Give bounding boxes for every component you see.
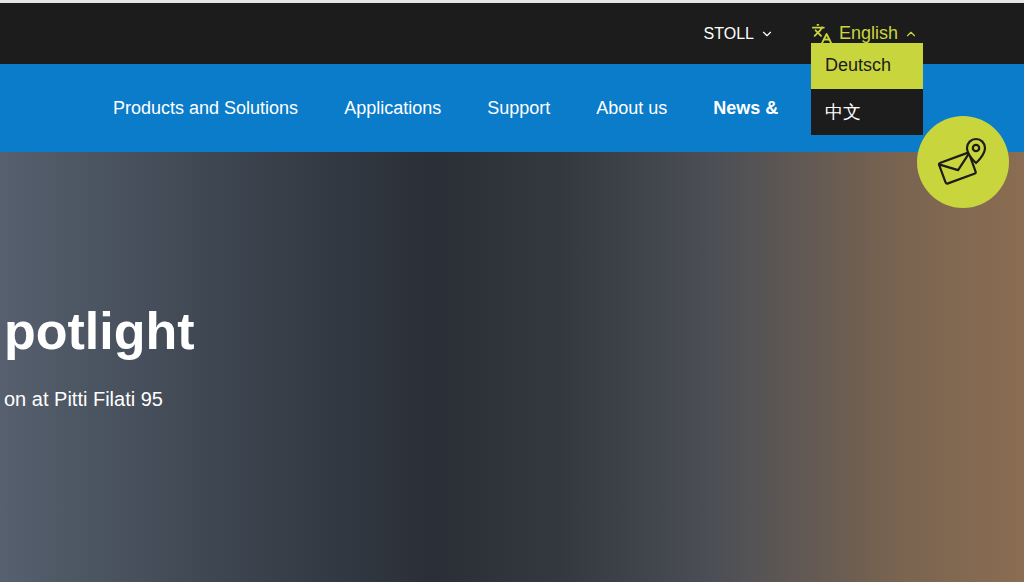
- hero-subtitle: on at Pitti Filati 95: [4, 388, 1024, 411]
- contact-button[interactable]: [917, 116, 1009, 208]
- hero-title: potlight: [4, 300, 1024, 362]
- translate-icon: [811, 23, 833, 45]
- language-option[interactable]: 中文: [811, 89, 923, 135]
- language-menu[interactable]: EnglishDeutsch中文: [811, 23, 918, 45]
- brand-menu[interactable]: STOLL: [704, 25, 774, 43]
- brand-label[interactable]: STOLL: [704, 25, 754, 43]
- nav-item[interactable]: News &: [713, 98, 778, 119]
- top-bar: STOLL EnglishDeutsch中文: [0, 0, 1024, 64]
- language-dropdown: Deutsch中文: [811, 43, 923, 135]
- nav-item[interactable]: Support: [487, 98, 550, 119]
- chevron-icon: [760, 27, 774, 41]
- nav-item[interactable]: Products and Solutions: [113, 98, 298, 119]
- chevron-icon: [904, 27, 918, 41]
- language-label[interactable]: English: [839, 23, 898, 44]
- hero-banner: potlight on at Pitti Filati 95: [0, 152, 1024, 582]
- language-option[interactable]: Deutsch: [811, 43, 923, 89]
- nav-item[interactable]: About us: [596, 98, 667, 119]
- page: STOLL EnglishDeutsch中文 Products and Soluti…: [0, 0, 1024, 582]
- nav-item[interactable]: Applications: [344, 98, 441, 119]
- mail-location-icon: [936, 135, 990, 189]
